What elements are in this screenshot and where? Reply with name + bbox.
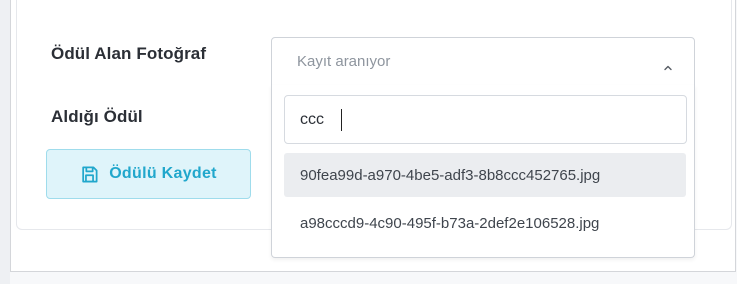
chevron-up-icon[interactable]	[664, 59, 672, 71]
option-label: a98cccd9-4c90-495f-b73a-2def2e106528.jpg	[300, 214, 600, 232]
save-award-button[interactable]: Ödülü Kaydet	[46, 149, 251, 199]
photo-select[interactable]: Kayıt aranıyor	[271, 37, 695, 86]
floppy-disk-icon	[80, 165, 99, 184]
photo-search-input[interactable]	[284, 95, 687, 144]
photo-select-dropdown: 90fea99d-a970-4be5-adf3-8b8ccc452765.jpg…	[271, 85, 695, 258]
option-label: 90fea99d-a970-4be5-adf3-8b8ccc452765.jpg	[300, 166, 601, 184]
save-button-label: Ödülü Kaydet	[109, 165, 217, 182]
photo-select-value: Kayıt aranıyor	[297, 53, 391, 70]
award-field-label: Aldığı Ödül	[51, 107, 143, 126]
dropdown-option[interactable]: 90fea99d-a970-4be5-adf3-8b8ccc452765.jpg	[284, 153, 686, 197]
text-caret	[341, 109, 342, 131]
dropdown-option[interactable]: a98cccd9-4c90-495f-b73a-2def2e106528.jpg	[284, 201, 686, 245]
photo-field-label: Ödül Alan Fotoğraf	[51, 44, 207, 63]
page-backdrop	[0, 0, 10, 284]
